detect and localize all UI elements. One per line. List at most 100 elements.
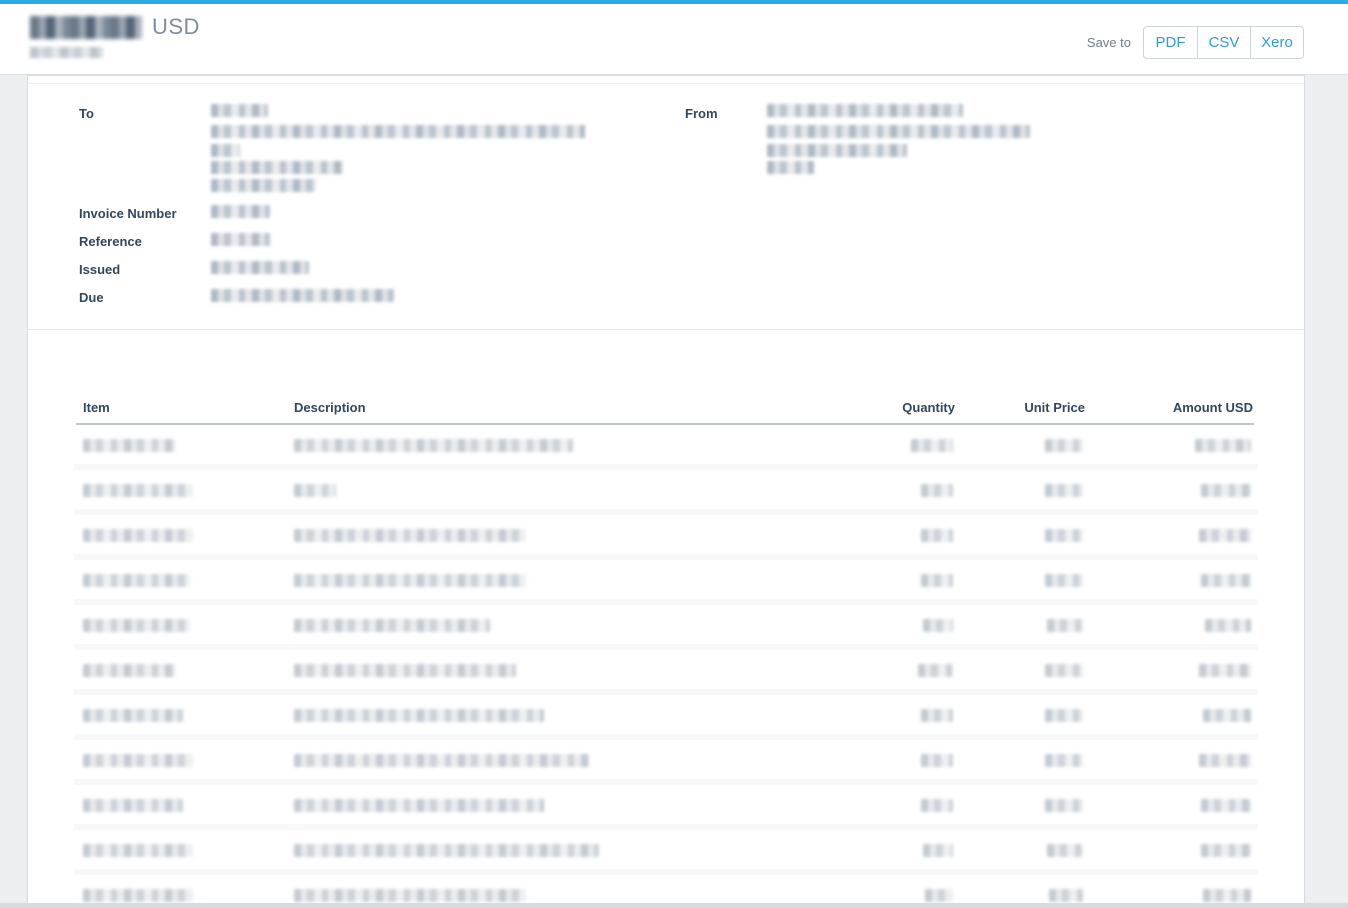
quantity-redacted [921, 799, 953, 812]
to-address-line-redacted [211, 179, 316, 192]
cell-unit-price [955, 425, 1085, 470]
cell-amount [1085, 830, 1253, 875]
cell-description [294, 425, 835, 470]
description-redacted [294, 844, 599, 857]
unit-price-redacted [1045, 574, 1083, 587]
cell-description [294, 605, 835, 650]
column-header-amount-usd: Amount USD [1085, 400, 1253, 423]
description-redacted [294, 799, 544, 812]
cell-item [76, 560, 294, 605]
table-body [76, 425, 1254, 908]
invoice-title-redacted [30, 16, 142, 39]
unit-price-redacted [1045, 799, 1083, 812]
description-redacted [294, 889, 526, 902]
cell-unit-price [955, 740, 1085, 785]
amount-redacted [1199, 529, 1251, 542]
save-pdf-button[interactable]: PDF [1144, 27, 1197, 58]
to-address-line-redacted [211, 104, 268, 117]
unit-price-redacted [1047, 619, 1083, 632]
cell-unit-price [955, 605, 1085, 650]
cell-amount [1085, 470, 1253, 515]
save-csv-button[interactable]: CSV [1197, 27, 1250, 58]
from-address-line-redacted [767, 104, 963, 117]
cell-item [76, 785, 294, 830]
description-redacted [294, 754, 589, 767]
cell-unit-price [955, 650, 1085, 695]
horizontal-scrollbar[interactable] [0, 903, 1348, 908]
table-row [76, 830, 1254, 875]
cell-quantity [835, 560, 955, 605]
quantity-redacted [923, 619, 953, 632]
cell-amount [1085, 695, 1253, 740]
save-xero-button[interactable]: Xero [1250, 27, 1303, 58]
description-redacted [294, 664, 516, 677]
cell-item [76, 470, 294, 515]
amount-redacted [1195, 439, 1251, 452]
table-row [76, 785, 1254, 830]
cell-item [76, 605, 294, 650]
item-redacted [83, 799, 183, 812]
item-redacted [83, 754, 193, 767]
quantity-redacted [921, 574, 953, 587]
cell-item [76, 695, 294, 740]
line-items-table: Item Description Quantity Unit Price Amo… [76, 400, 1254, 908]
brand-accent-bar [0, 0, 1348, 4]
cell-item [76, 650, 294, 695]
description-redacted [294, 574, 526, 587]
cell-item [76, 425, 294, 470]
description-redacted [294, 484, 336, 497]
amount-redacted [1199, 754, 1251, 767]
meta-value-redacted [211, 205, 270, 218]
from-address-line-redacted [767, 125, 1030, 138]
item-redacted [83, 619, 190, 632]
cell-unit-price [955, 785, 1085, 830]
cell-unit-price [955, 470, 1085, 515]
cell-amount [1085, 425, 1253, 470]
item-redacted [83, 844, 193, 857]
table-row [76, 560, 1254, 605]
column-header-item: Item [76, 400, 294, 423]
cell-description [294, 740, 835, 785]
quantity-redacted [911, 439, 953, 452]
quantity-redacted [925, 889, 953, 902]
invoice-header: USD Save to PDF CSV Xero [0, 4, 1348, 75]
cell-quantity [835, 695, 955, 740]
amount-redacted [1199, 664, 1251, 677]
line-items-section: Item Description Quantity Unit Price Amo… [28, 330, 1304, 908]
unit-price-redacted [1045, 709, 1083, 722]
cell-item [76, 740, 294, 785]
description-redacted [294, 439, 573, 452]
description-redacted [294, 709, 544, 722]
table-row [76, 650, 1254, 695]
column-header-unit-price: Unit Price [955, 400, 1085, 423]
invoice-card: To From Invoice NumberReferenceIssuedDue… [27, 75, 1305, 908]
amount-redacted [1203, 709, 1251, 722]
cell-unit-price [955, 515, 1085, 560]
unit-price-redacted [1047, 844, 1083, 857]
cell-description [294, 515, 835, 560]
cell-quantity [835, 425, 955, 470]
amount-redacted [1201, 799, 1251, 812]
cell-quantity [835, 650, 955, 695]
currency-label: USD [152, 14, 200, 40]
meta-label-issued: Issued [79, 262, 120, 277]
item-redacted [83, 484, 193, 497]
cell-unit-price [955, 695, 1085, 740]
from-label: From [685, 106, 718, 121]
to-address-line-redacted [211, 161, 343, 174]
quantity-redacted [921, 709, 953, 722]
cell-quantity [835, 785, 955, 830]
cell-amount [1085, 740, 1253, 785]
description-redacted [294, 529, 526, 542]
unit-price-redacted [1045, 484, 1083, 497]
save-actions: Save to PDF CSV Xero [1087, 26, 1304, 59]
meta-value-redacted [211, 261, 309, 274]
quantity-redacted [921, 754, 953, 767]
cell-quantity [835, 740, 955, 785]
table-row [76, 425, 1254, 470]
item-redacted [83, 439, 175, 452]
item-redacted [83, 529, 193, 542]
from-address-line-redacted [767, 144, 907, 157]
column-header-quantity: Quantity [835, 400, 955, 423]
unit-price-redacted [1045, 439, 1083, 452]
